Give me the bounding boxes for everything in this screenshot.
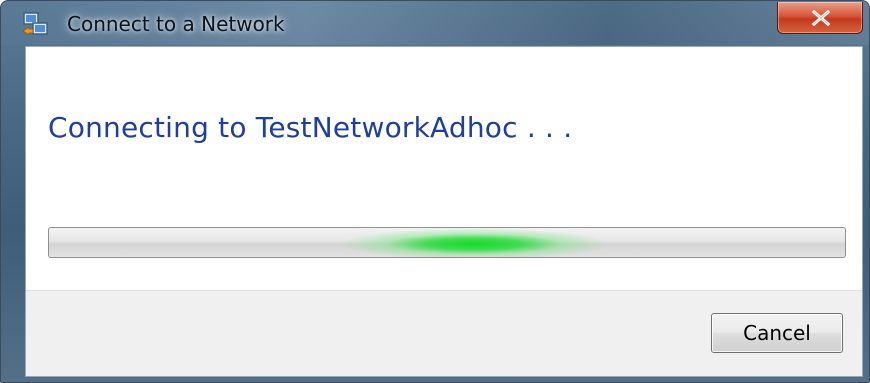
title-bar[interactable]: Connect to a Network bbox=[1, 1, 869, 45]
close-button[interactable] bbox=[777, 2, 863, 34]
close-icon bbox=[811, 10, 831, 26]
connecting-status-heading: Connecting to TestNetworkAdhoc . . . bbox=[48, 111, 573, 144]
dialog-window: Connect to a Network Connecting to TestN… bbox=[0, 0, 870, 383]
connection-progress-bar bbox=[48, 227, 846, 258]
cancel-button[interactable]: Cancel bbox=[711, 313, 843, 353]
button-footer: Cancel bbox=[26, 290, 862, 376]
window-title: Connect to a Network bbox=[67, 12, 285, 36]
progress-indicator bbox=[339, 228, 609, 257]
network-connection-icon bbox=[21, 11, 49, 39]
dialog-content: Connecting to TestNetworkAdhoc . . . Can… bbox=[25, 46, 863, 377]
